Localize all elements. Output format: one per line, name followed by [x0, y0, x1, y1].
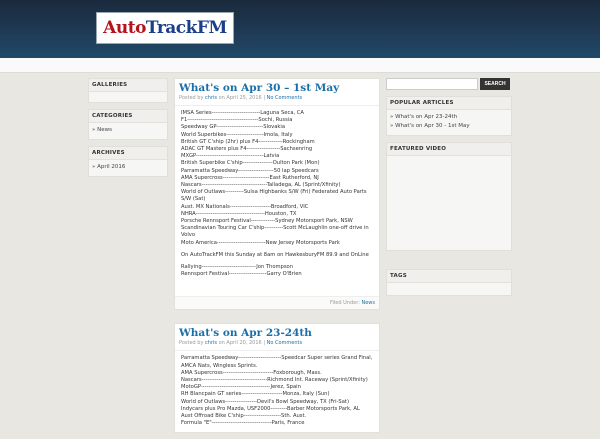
- galleries-title: GALLERIES: [89, 79, 167, 92]
- logo-text-auto: Auto: [103, 18, 146, 38]
- post-meta: Posted by chris on April 25, 2016 | No C…: [179, 95, 303, 101]
- search-form: SEARCH: [386, 78, 512, 90]
- category-link-news[interactable]: » News: [92, 127, 164, 133]
- site-header: Auto TrackFM: [0, 0, 600, 58]
- featured-video-widget: FEATURED VIDEO: [386, 142, 512, 251]
- featured-video-title: FEATURED VIDEO: [387, 143, 511, 156]
- post-title[interactable]: What's on Apr 23-24th: [175, 324, 379, 340]
- post-apr23: What's on Apr 23-24th Posted by chris on…: [174, 323, 380, 433]
- left-sidebar: GALLERIES CATEGORIES » News ARCHIVES » A…: [88, 78, 168, 183]
- post-body: IMSA Series--------------------------Lag…: [175, 105, 379, 296]
- post-title[interactable]: What's on Apr 30 – 1st May: [175, 79, 379, 95]
- search-button[interactable]: SEARCH: [480, 78, 510, 90]
- post-date: April 20, 2016: [226, 340, 262, 347]
- post-meta: Posted by chris on April 20, 2016 | No C…: [179, 340, 303, 347]
- archive-link-april-2016[interactable]: » April 2016: [92, 164, 164, 170]
- post-apr30: What's on Apr 30 – 1st May Posted by chr…: [174, 78, 380, 311]
- post-author-link[interactable]: chris: [205, 95, 217, 101]
- popular-articles-widget: POPULAR ARTICLES » What's on Apr 23-24th…: [386, 96, 512, 136]
- post-footer: Filed Under: News: [175, 296, 379, 310]
- archives-widget: ARCHIVES » April 2016: [88, 146, 168, 177]
- featured-video-area: [387, 156, 511, 250]
- site-logo[interactable]: Auto TrackFM: [96, 12, 234, 44]
- tags-title: TAGS: [387, 270, 511, 283]
- post-body: Parramatta Speedway---------------------…: [175, 350, 379, 431]
- archives-title: ARCHIVES: [89, 147, 167, 160]
- nav-bar: [0, 58, 600, 73]
- logo-text-trackfm: TrackFM: [145, 18, 227, 38]
- post-author-link[interactable]: chris: [205, 340, 217, 346]
- categories-widget: CATEGORIES » News: [88, 109, 168, 140]
- galleries-widget: GALLERIES: [88, 78, 168, 103]
- tags-widget: TAGS: [386, 269, 512, 296]
- post-date: April 25, 2016: [226, 95, 262, 101]
- right-sidebar: SEARCH POPULAR ARTICLES » What's on Apr …: [386, 78, 512, 302]
- categories-title: CATEGORIES: [89, 110, 167, 123]
- filed-under-news-link[interactable]: News: [361, 300, 375, 306]
- main-content: What's on Apr 30 – 1st May Posted by chr…: [174, 78, 380, 439]
- popular-link-apr23[interactable]: » What's on Apr 23-24th: [390, 114, 508, 120]
- post-comments-link[interactable]: No Comments: [267, 95, 303, 101]
- popular-link-apr30[interactable]: » What's on Apr 30 - 1st May: [390, 123, 508, 129]
- popular-articles-title: POPULAR ARTICLES: [387, 97, 511, 110]
- search-input[interactable]: [386, 78, 478, 90]
- post-comments-link[interactable]: No Comments: [267, 340, 303, 346]
